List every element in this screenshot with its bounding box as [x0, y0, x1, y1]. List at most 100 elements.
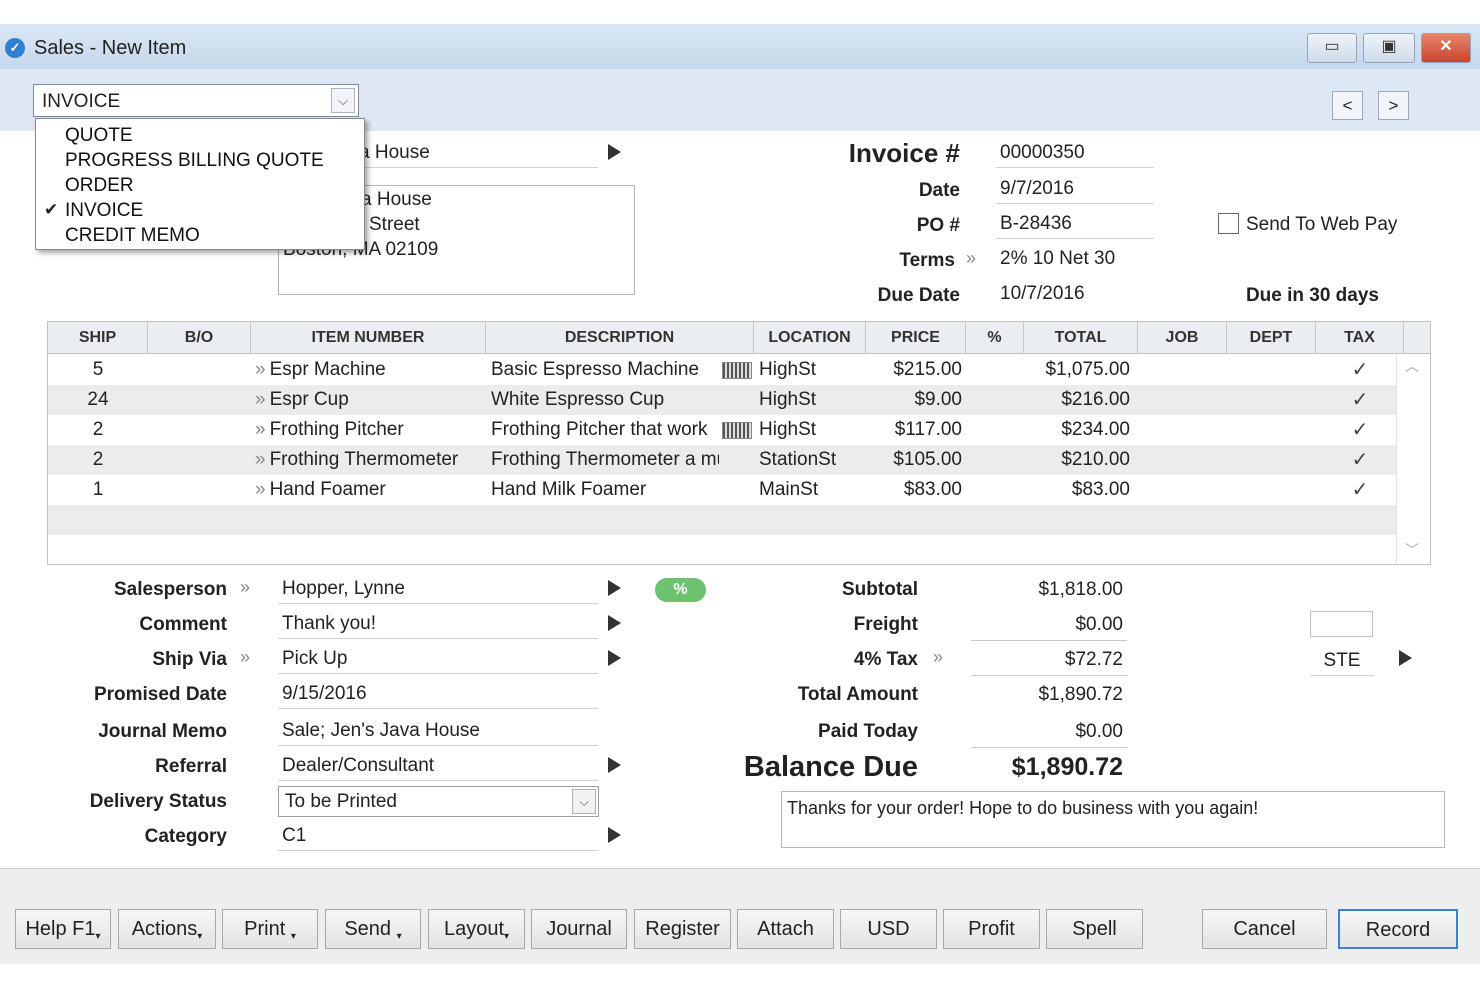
cell-dept[interactable]: [1227, 475, 1316, 505]
col-item-number[interactable]: ITEM NUMBER: [251, 322, 486, 354]
profit-button[interactable]: Profit: [943, 909, 1040, 949]
chevron-down-icon[interactable]: ⌵: [331, 88, 355, 113]
table-row[interactable]: 5» Espr Machine Basic Espresso Machine High…: [48, 355, 1396, 385]
cell-ship[interactable]: 1: [48, 475, 148, 505]
tax-code-field[interactable]: STE: [1310, 648, 1374, 676]
maximize-button[interactable]: ▣: [1363, 33, 1415, 63]
salesperson-field[interactable]: Hopper, Lynne: [278, 576, 598, 604]
col-ship[interactable]: SHIP: [48, 322, 148, 354]
scroll-down-icon[interactable]: ﹀: [1405, 540, 1419, 560]
cell-total[interactable]: $216.00: [1024, 385, 1134, 415]
dropdown-option-order[interactable]: ORDER: [65, 175, 134, 197]
journal-button[interactable]: Journal: [531, 909, 627, 949]
item-link-icon[interactable]: »: [255, 359, 266, 380]
customer-memo-box[interactable]: Thanks for your order! Hope to do busine…: [781, 791, 1445, 848]
table-row[interactable]: 1» Hand Foamer Hand Milk Foamer MainSt $83.0…: [48, 475, 1396, 505]
cell-location[interactable]: MainSt: [759, 475, 866, 505]
cell-pct[interactable]: [966, 445, 1024, 475]
ship-via-arrow-icon[interactable]: [608, 650, 621, 666]
journal-memo-field[interactable]: Sale; Jen's Java House: [278, 718, 598, 746]
customer-name-field[interactable]: a House: [355, 140, 598, 168]
cell-total[interactable]: $210.00: [1024, 445, 1134, 475]
cancel-button[interactable]: Cancel: [1202, 909, 1327, 949]
col-dept[interactable]: DEPT: [1227, 322, 1316, 354]
comment-field[interactable]: Thank you!: [278, 611, 598, 639]
cell-item[interactable]: » Espr Cup: [255, 385, 486, 415]
cell-tax[interactable]: ✓: [1316, 475, 1404, 505]
cell-description[interactable]: Frothing Pitcher that work: [491, 415, 719, 445]
table-row[interactable]: 2» Frothing Thermometer Frothing Thermomet…: [48, 445, 1396, 475]
cell-total[interactable]: $234.00: [1024, 415, 1134, 445]
cell-job[interactable]: [1138, 475, 1227, 505]
record-button[interactable]: Record: [1338, 909, 1458, 949]
cell-price[interactable]: $117.00: [866, 415, 966, 445]
cell-item[interactable]: » Frothing Thermometer: [255, 445, 486, 475]
cell-tax[interactable]: ✓: [1316, 355, 1404, 385]
cell-location[interactable]: HighSt: [759, 385, 866, 415]
po-field[interactable]: B-28436: [996, 211, 1154, 239]
attach-button[interactable]: Attach: [737, 909, 834, 949]
cell-total[interactable]: $83.00: [1024, 475, 1134, 505]
cell-job[interactable]: [1138, 355, 1227, 385]
cell-tax[interactable]: ✓: [1316, 385, 1404, 415]
cell-tax[interactable]: ✓: [1316, 445, 1404, 475]
cell-item[interactable]: » Espr Machine: [255, 355, 486, 385]
col-percent[interactable]: %: [966, 322, 1024, 354]
cell-dept[interactable]: [1227, 445, 1316, 475]
cell-price[interactable]: $83.00: [866, 475, 966, 505]
cell-bo[interactable]: [148, 475, 251, 505]
chevron-down-icon[interactable]: ⌵: [572, 789, 596, 814]
ship-via-link-icon[interactable]: »: [240, 647, 250, 668]
date-field[interactable]: 9/7/2016: [996, 176, 1154, 204]
freight-tax-code-field[interactable]: [1310, 611, 1373, 637]
cell-total[interactable]: $1,075.00: [1024, 355, 1134, 385]
cell-ship[interactable]: 2: [48, 445, 148, 475]
previous-record-button[interactable]: <: [1332, 91, 1363, 120]
col-job[interactable]: JOB: [1138, 322, 1227, 354]
referral-arrow-icon[interactable]: [608, 757, 621, 773]
grid-scrollbar[interactable]: ︿ ﹀: [1396, 354, 1430, 564]
currency-button[interactable]: USD: [840, 909, 937, 949]
cell-job[interactable]: [1138, 415, 1227, 445]
item-link-icon[interactable]: »: [255, 449, 266, 470]
cell-price[interactable]: $105.00: [866, 445, 966, 475]
barcode-icon[interactable]: [722, 422, 752, 439]
cell-price[interactable]: $215.00: [866, 355, 966, 385]
item-link-icon[interactable]: »: [255, 389, 266, 410]
cell-job[interactable]: [1138, 445, 1227, 475]
send-to-web-pay-label[interactable]: Send To Web Pay: [1246, 214, 1397, 236]
ship-via-field[interactable]: Pick Up: [278, 646, 598, 674]
dropdown-option-progress-billing-quote[interactable]: PROGRESS BILLING QUOTE: [65, 150, 324, 172]
cell-location[interactable]: HighSt: [759, 415, 866, 445]
scroll-up-icon[interactable]: ︿: [1405, 356, 1419, 376]
tax-link-icon[interactable]: »: [933, 647, 943, 668]
dropdown-option-quote[interactable]: QUOTE: [65, 125, 133, 147]
terms-link-icon[interactable]: »: [966, 248, 976, 269]
register-button[interactable]: Register: [634, 909, 731, 949]
close-button[interactable]: ✕: [1421, 33, 1471, 63]
actions-button[interactable]: Actions▾: [118, 909, 216, 949]
salesperson-link-icon[interactable]: »: [240, 577, 250, 598]
next-record-button[interactable]: >: [1378, 91, 1409, 120]
cell-ship[interactable]: 2: [48, 415, 148, 445]
sale-type-select[interactable]: INVOICE ⌵: [33, 84, 359, 117]
item-link-icon[interactable]: »: [255, 419, 266, 440]
cell-description[interactable]: Hand Milk Foamer: [491, 475, 719, 505]
salesperson-arrow-icon[interactable]: [608, 580, 621, 596]
minimize-button[interactable]: ▭: [1307, 33, 1357, 63]
comment-arrow-icon[interactable]: [608, 615, 621, 631]
layout-button[interactable]: Layout▾: [428, 909, 525, 949]
table-row[interactable]: 2 » Frothing Pitcher Frothing Pitcher that …: [48, 415, 1396, 445]
cell-tax[interactable]: ✓: [1316, 415, 1404, 445]
col-total[interactable]: TOTAL: [1024, 322, 1138, 354]
cell-bo[interactable]: [148, 415, 251, 445]
col-tax[interactable]: TAX: [1316, 322, 1404, 354]
spell-button[interactable]: Spell: [1046, 909, 1143, 949]
cell-dept[interactable]: [1227, 355, 1316, 385]
cell-pct[interactable]: [966, 475, 1024, 505]
cell-bo[interactable]: [148, 385, 251, 415]
cell-description[interactable]: Basic Espresso Machine: [491, 355, 719, 385]
cell-dept[interactable]: [1227, 415, 1316, 445]
cell-item[interactable]: » Frothing Pitcher: [255, 415, 486, 445]
cell-description[interactable]: White Espresso Cup: [491, 385, 719, 415]
